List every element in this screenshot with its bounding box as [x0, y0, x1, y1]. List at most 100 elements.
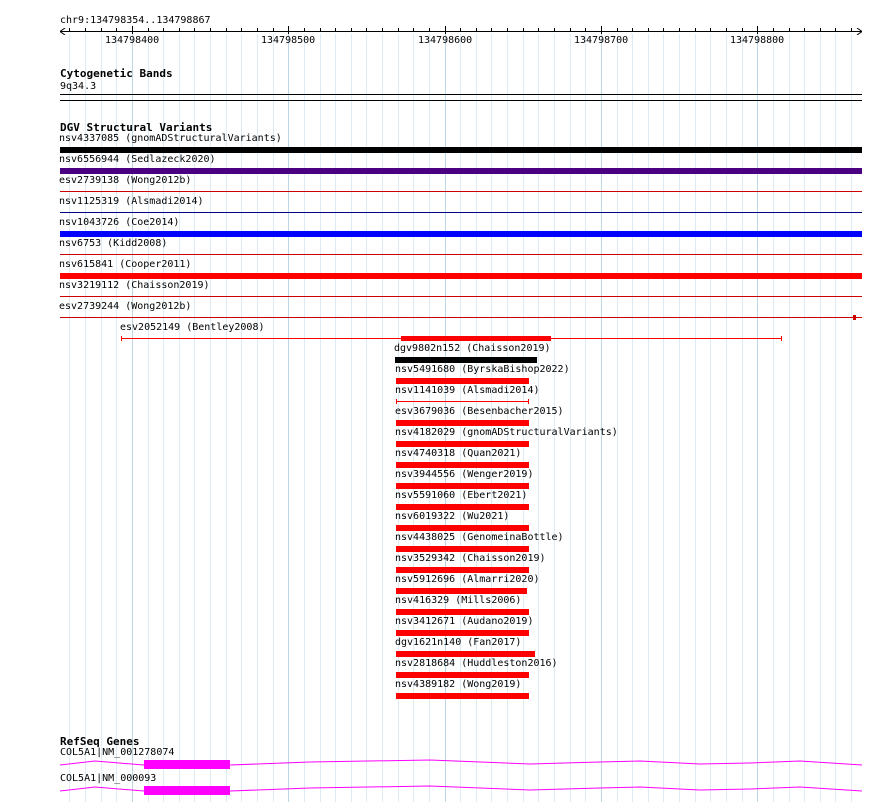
ruler-minor-tick — [507, 28, 508, 32]
ruler-minor-tick — [804, 28, 805, 32]
ruler-tick-label: 134798700 — [574, 35, 629, 46]
variant-line[interactable] — [60, 296, 862, 297]
variant-label[interactable]: nsv3529342 (Chaisson2019) — [395, 553, 546, 565]
variant-bar[interactable] — [60, 168, 862, 174]
variant-label[interactable]: nsv2818684 (Huddleston2016) — [395, 658, 558, 670]
variant-label[interactable]: nsv3412671 (Audano2019) — [395, 616, 533, 628]
variant-thick-region[interactable] — [401, 336, 551, 341]
variant-label[interactable]: nsv416329 (Mills2006) — [395, 595, 521, 607]
variant-label[interactable]: dgv1621n140 (Fan2017) — [395, 637, 521, 649]
variant-label[interactable]: nsv4740318 (Quan2021) — [395, 448, 521, 460]
variant-bar[interactable] — [396, 378, 529, 384]
ruler-minor-tick — [163, 28, 164, 32]
ruler-minor-tick — [226, 28, 227, 32]
variant-bar[interactable] — [396, 693, 529, 699]
variant-bar[interactable] — [396, 483, 529, 489]
variant-label[interactable]: nsv4389182 (Wong2019) — [395, 679, 521, 691]
variant-label[interactable]: nsv5912696 (Almarri2020) — [395, 574, 540, 586]
variant-bar[interactable] — [60, 147, 862, 153]
variant-line[interactable] — [396, 401, 529, 402]
ruler-minor-tick — [413, 28, 414, 32]
variant-label[interactable]: esv2739138 (Wong2012b) — [59, 175, 191, 187]
cytoband-track-title: Cytogenetic Bands — [60, 67, 173, 80]
variant-label[interactable]: nsv1141039 (Alsmadi2014) — [395, 385, 540, 397]
variant-label[interactable]: nsv4438025 (GenomeinaBottle) — [395, 532, 564, 544]
variant-bar[interactable] — [395, 357, 537, 363]
ruler-major-tick — [757, 26, 758, 34]
variant-label[interactable]: nsv6753 (Kidd2008) — [59, 238, 167, 250]
ruler-major-tick — [132, 26, 133, 34]
variant-bar[interactable] — [396, 504, 529, 510]
cytoband-line-top — [60, 94, 862, 95]
ruler-major-tick — [601, 26, 602, 34]
ruler-minor-tick — [273, 28, 274, 32]
variant-end-block[interactable] — [853, 315, 856, 320]
cytoband-label[interactable]: 9q34.3 — [60, 81, 96, 93]
ruler-minor-tick — [538, 28, 539, 32]
variant-bar[interactable] — [396, 588, 527, 594]
ruler-minor-tick — [460, 28, 461, 32]
variant-label[interactable]: dgv9802n152 (Chaisson2019) — [394, 343, 551, 355]
variant-bar[interactable] — [60, 231, 862, 237]
variant-end-tick[interactable] — [528, 399, 529, 404]
variant-label[interactable]: nsv4182029 (gnomADStructuralVariants) — [395, 427, 618, 439]
variant-line[interactable] — [60, 317, 862, 318]
ruler-minor-tick — [851, 28, 852, 32]
gene-model[interactable] — [60, 757, 862, 771]
ruler-minor-tick — [617, 28, 618, 32]
variant-bar[interactable] — [396, 546, 529, 552]
variant-label[interactable]: esv3679036 (Besenbacher2015) — [395, 406, 564, 418]
ruler-minor-tick — [194, 28, 195, 32]
ruler-minor-tick — [570, 28, 571, 32]
ruler-minor-tick — [351, 28, 352, 32]
ruler-minor-tick — [835, 28, 836, 32]
variant-label[interactable]: nsv4337085 (gnomADStructuralVariants) — [59, 133, 282, 145]
ruler-tick-label: 134798600 — [418, 35, 473, 46]
variant-label[interactable]: nsv3219112 (Chaisson2019) — [59, 280, 210, 292]
gene-model[interactable] — [60, 783, 862, 797]
ruler-minor-tick — [679, 28, 680, 32]
variant-end-tick[interactable] — [781, 336, 782, 341]
variant-bar[interactable] — [60, 273, 862, 279]
variant-label[interactable]: nsv6019322 (Wu2021) — [395, 511, 509, 523]
variant-line[interactable] — [60, 254, 862, 255]
variant-bar[interactable] — [396, 672, 529, 678]
variant-bar[interactable] — [396, 525, 529, 531]
variant-label[interactable]: nsv615841 (Cooper2011) — [59, 259, 191, 271]
ruler-minor-tick — [69, 28, 70, 32]
range-label: chr9:134798354..134798867 — [60, 15, 211, 26]
variant-line[interactable] — [60, 191, 862, 192]
variant-end-tick[interactable] — [121, 336, 122, 341]
ruler-minor-tick — [241, 28, 242, 32]
ruler-minor-tick — [257, 28, 258, 32]
ruler-minor-tick — [148, 28, 149, 32]
variant-bar[interactable] — [396, 420, 529, 426]
ruler-minor-tick — [382, 28, 383, 32]
variant-end-tick[interactable] — [396, 399, 397, 404]
variant-bar[interactable] — [396, 441, 529, 447]
ruler-minor-tick — [476, 28, 477, 32]
ruler-minor-tick — [210, 28, 211, 32]
variant-label[interactable]: nsv3944556 (Wenger2019) — [395, 469, 533, 481]
ruler-major-tick — [288, 26, 289, 34]
variant-bar[interactable] — [396, 609, 529, 615]
variant-label[interactable]: esv2739244 (Wong2012b) — [59, 301, 191, 313]
variant-bar[interactable] — [396, 651, 535, 657]
variant-bar[interactable] — [396, 462, 529, 468]
ruler-tick-label: 134798500 — [261, 35, 316, 46]
ruler-arrow-right-icon — [856, 28, 862, 35]
ruler-minor-tick — [710, 28, 711, 32]
variant-label[interactable]: nsv1043726 (Coe2014) — [59, 217, 179, 229]
variant-bar[interactable] — [396, 567, 529, 573]
variant-label[interactable]: esv2052149 (Bentley2008) — [120, 322, 265, 334]
variant-bar[interactable] — [396, 630, 529, 636]
variant-label[interactable]: nsv5491680 (ByrskaBishop2022) — [395, 364, 570, 376]
variant-label[interactable]: nsv5591060 (Ebert2021) — [395, 490, 527, 502]
ruler-minor-tick — [726, 28, 727, 32]
variant-label[interactable]: nsv1125319 (Alsmadi2014) — [59, 196, 204, 208]
ruler-minor-tick — [116, 28, 117, 32]
ruler-minor-tick — [585, 28, 586, 32]
variant-line[interactable] — [60, 212, 862, 213]
variant-label[interactable]: nsv6556944 (Sedlazeck2020) — [59, 154, 216, 166]
ruler-minor-tick — [304, 28, 305, 32]
